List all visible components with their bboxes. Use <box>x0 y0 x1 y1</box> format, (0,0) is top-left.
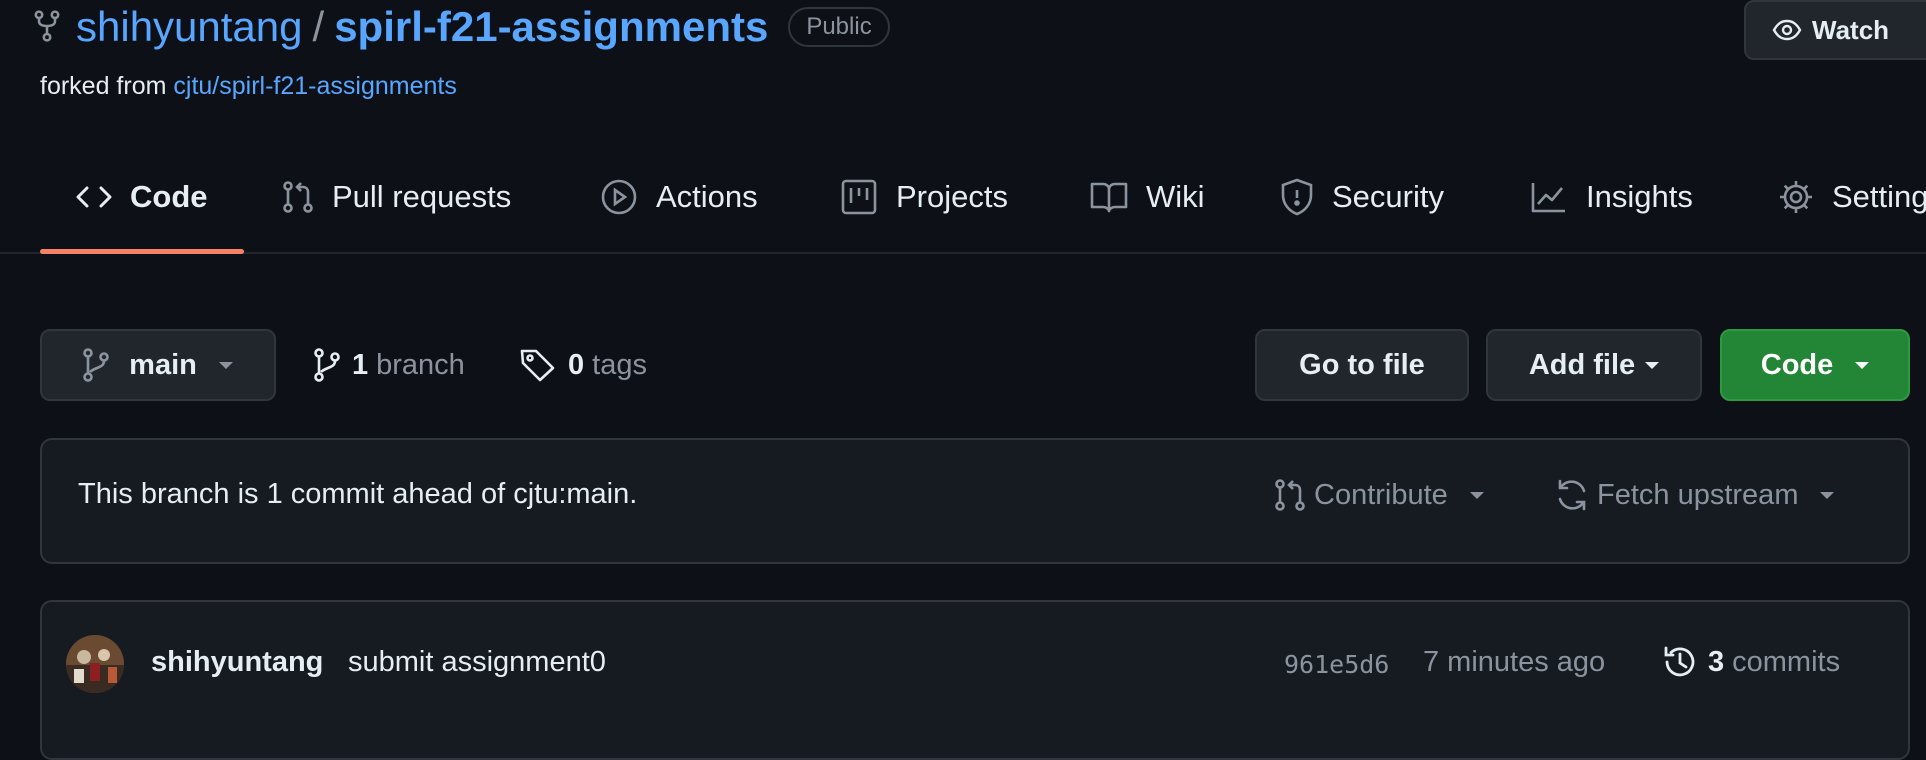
avatar[interactable] <box>66 635 124 693</box>
chevron-down-icon <box>1820 491 1835 499</box>
commits-history-link[interactable]: 3 commits <box>1662 644 1840 680</box>
branch-icon <box>314 348 340 382</box>
chevron-down-icon <box>1645 361 1660 369</box>
tab-label: Projects <box>896 179 1008 214</box>
repo-fork-icon <box>34 10 60 42</box>
eye-icon <box>1772 19 1802 41</box>
tab-insights[interactable]: Insights <box>1530 140 1693 254</box>
watch-button[interactable]: Watch <box>1744 0 1926 60</box>
commit-time: 7 minutes ago <box>1423 646 1606 678</box>
repo-nav: Code Pull requests Actions Projects Wiki… <box>0 140 1926 254</box>
tab-label: Wiki <box>1146 179 1205 214</box>
branch-select-button[interactable]: main <box>40 329 276 401</box>
tab-actions[interactable]: Actions <box>600 140 758 254</box>
branch-name: main <box>129 348 197 381</box>
graph-icon <box>1530 180 1568 214</box>
gear-icon <box>1778 179 1814 215</box>
repo-owner-link[interactable]: shihyuntang <box>76 3 303 51</box>
forked-from-line: forked from cjtu/spirl-f21-assignments <box>40 72 457 101</box>
shield-icon <box>1280 178 1314 216</box>
commit-count: 3 <box>1708 645 1725 678</box>
forked-from-label: forked from <box>40 72 167 100</box>
chevron-down-icon <box>1469 491 1484 499</box>
tag-count: 0 <box>568 348 585 381</box>
branch-icon <box>83 348 109 382</box>
add-file-label: Add file <box>1528 348 1636 381</box>
tab-label: Pull requests <box>332 179 512 214</box>
tab-label: Actions <box>656 179 758 214</box>
chevron-down-icon <box>218 361 233 369</box>
add-file-button[interactable]: Add file <box>1486 329 1702 401</box>
fetch-upstream-button[interactable]: Fetch upstream <box>1555 478 1835 512</box>
tab-label: Code <box>130 179 208 214</box>
branch-count: 1 <box>352 348 369 381</box>
active-tab-underline <box>40 249 244 254</box>
history-icon <box>1662 644 1698 680</box>
pull-request-icon <box>282 180 314 214</box>
go-to-file-label: Go to file <box>1299 348 1425 381</box>
tab-settings[interactable]: Settings <box>1778 140 1926 254</box>
tab-label: Security <box>1332 179 1444 214</box>
latest-commit-box <box>40 600 1910 760</box>
project-icon <box>840 178 878 216</box>
tab-pull-requests[interactable]: Pull requests <box>282 140 511 254</box>
play-icon <box>600 178 638 216</box>
chevron-down-icon <box>1855 361 1870 369</box>
commit-count-word: commits <box>1732 645 1841 678</box>
commit-message-link[interactable]: submit assignment0 <box>348 646 606 679</box>
book-icon <box>1090 180 1128 214</box>
tab-projects[interactable]: Projects <box>840 140 1008 254</box>
contribute-button[interactable]: Contribute <box>1274 478 1484 512</box>
tags-link[interactable]: 0 tags <box>520 330 647 400</box>
sync-icon <box>1555 478 1589 512</box>
fetch-upstream-label: Fetch upstream <box>1597 478 1799 511</box>
commit-sha-link[interactable]: 961e5d6 <box>1284 650 1389 679</box>
forked-source-link[interactable]: cjtu/spirl-f21-assignments <box>173 72 456 100</box>
visibility-badge: Public <box>788 7 890 47</box>
tab-security[interactable]: Security <box>1280 140 1444 254</box>
branch-word: branch <box>376 348 465 381</box>
repo-title: shihyuntang / spirl-f21-assignments Publ… <box>76 2 890 52</box>
tag-word: tags <box>592 348 647 381</box>
commit-author-link[interactable]: shihyuntang <box>151 646 323 679</box>
repo-name-link[interactable]: spirl-f21-assignments <box>334 3 768 51</box>
tag-icon <box>520 348 556 382</box>
tab-code[interactable]: Code <box>76 140 208 254</box>
go-to-file-button[interactable]: Go to file <box>1255 329 1469 401</box>
contribute-label: Contribute <box>1314 478 1448 511</box>
code-button-label: Code <box>1760 348 1834 381</box>
pull-request-icon <box>1274 478 1306 512</box>
branches-link[interactable]: 1 branch <box>314 330 465 400</box>
tab-label: Settings <box>1832 179 1926 214</box>
watch-label: Watch <box>1812 14 1890 45</box>
code-button[interactable]: Code <box>1720 329 1910 401</box>
branch-status-message: This branch is 1 commit ahead of cjtu:ma… <box>78 478 638 510</box>
repo-separator: / <box>312 3 325 50</box>
tab-label: Insights <box>1586 179 1693 214</box>
code-icon <box>76 185 112 209</box>
tab-wiki[interactable]: Wiki <box>1090 140 1205 254</box>
